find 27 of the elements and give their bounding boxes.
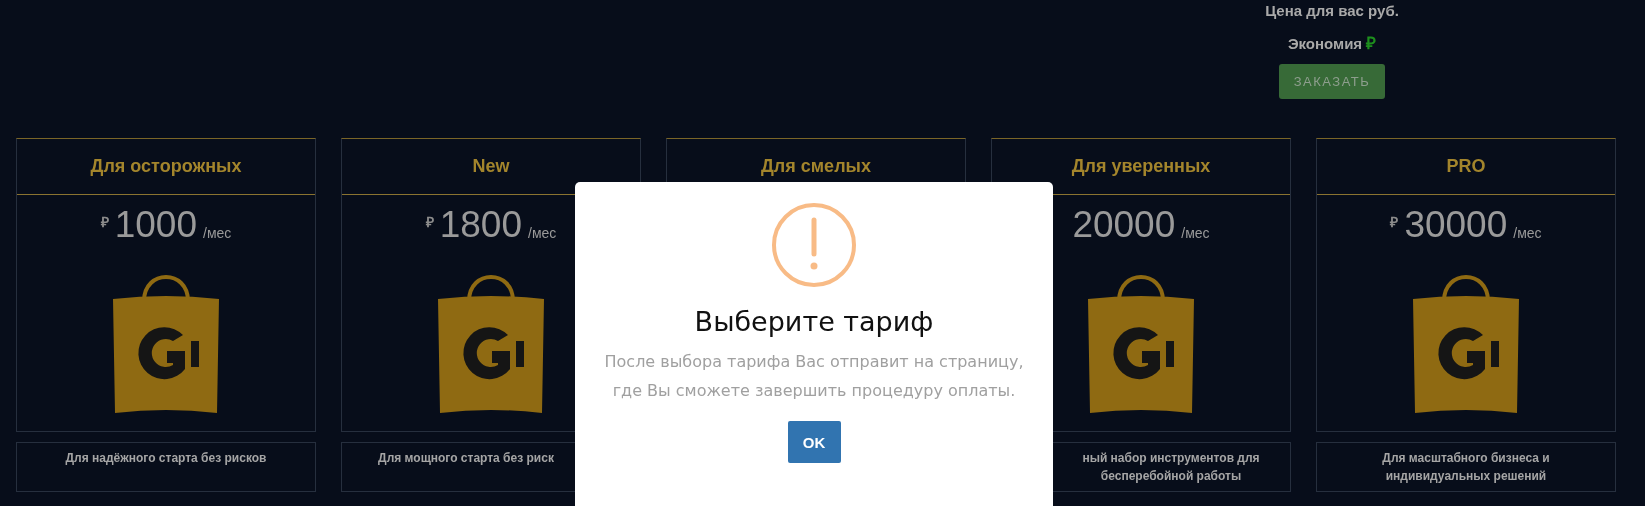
- ruble-sign: ₽: [1366, 35, 1377, 53]
- plan-description: Для надёжного старта без рисков: [65, 450, 267, 467]
- price-period: /мес: [203, 225, 232, 241]
- plan-title: PRO: [1446, 156, 1486, 177]
- dialog-message: После выбора тарифа Вас отправит на страницу, где Вы сможете завершить процедуру оплаты.: [603, 351, 1025, 402]
- currency-sign: ₽: [100, 213, 109, 231]
- plan-price: 1000: [114, 205, 197, 245]
- plan-price: 20000: [1072, 205, 1176, 245]
- plan-title: Для смелых: [761, 156, 871, 177]
- price-label: Цена для вас руб.: [1265, 2, 1399, 20]
- currency-sign: ₽: [1390, 213, 1399, 231]
- plan-title: Для осторожных: [90, 156, 242, 177]
- price-period: /мес: [1513, 225, 1542, 241]
- currency-sign: ₽: [425, 213, 434, 231]
- plan-description: Для мощного старта без риск: [378, 450, 554, 467]
- plan-price: 30000: [1404, 205, 1508, 245]
- dialog-title: Выберите тариф: [694, 306, 934, 337]
- plan-title: New: [472, 156, 510, 177]
- price-period: /мес: [1181, 225, 1210, 241]
- plan-title: Для уверенных: [1071, 156, 1211, 177]
- warning-icon: [771, 202, 857, 288]
- plan-description: Для масштабного бизнеса и индивидуальных решений: [1381, 450, 1551, 485]
- savings-label: Экономия: [1287, 35, 1363, 53]
- price-period: /мес: [528, 225, 557, 241]
- plan-price: 1800: [439, 205, 522, 245]
- plan-description: ный набор инструментов для бесперебойной работы: [1081, 450, 1261, 485]
- ok-button[interactable]: OK: [787, 421, 841, 463]
